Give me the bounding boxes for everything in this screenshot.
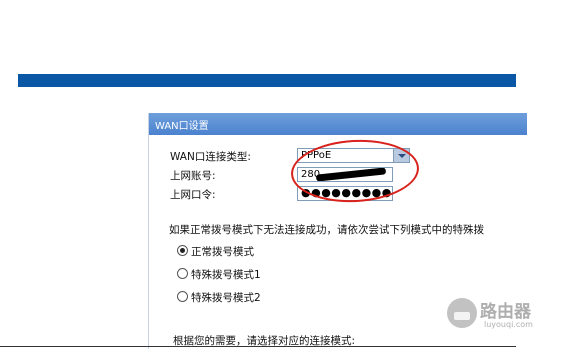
bottom-divider [0,346,516,347]
password-label: 上网口令: [170,189,216,201]
radio-label: 特殊拨号模式1 [191,269,261,281]
panel-header: WAN口设置 [149,113,527,135]
top-banner-bar [18,74,516,87]
router-logo-icon [447,298,477,328]
watermark-name: 路由器 [480,302,531,322]
radio-unchecked-icon[interactable] [177,268,188,279]
watermark-site: luyouqi.com [484,320,533,329]
radio-unchecked-icon[interactable] [177,291,188,302]
radio-label: 特殊拨号模式2 [191,292,261,304]
radio-checked-icon[interactable] [177,245,188,256]
panel-title: WAN口设置 [155,121,209,132]
connection-type-label: WAN口连接类型: [170,151,251,163]
radio-special-dial-2[interactable]: 特殊拨号模式2 [177,290,261,305]
dial-mode-note: 如果正常拨号模式下无法连接成功，请依次尝试下列模式中的特殊拨 [169,224,484,236]
radio-label: 正常拨号模式 [191,246,254,258]
account-label: 上网账号: [170,170,216,182]
radio-special-dial-1[interactable]: 特殊拨号模式1 [177,267,261,282]
radio-normal-dial[interactable]: 正常拨号模式 [177,244,254,259]
